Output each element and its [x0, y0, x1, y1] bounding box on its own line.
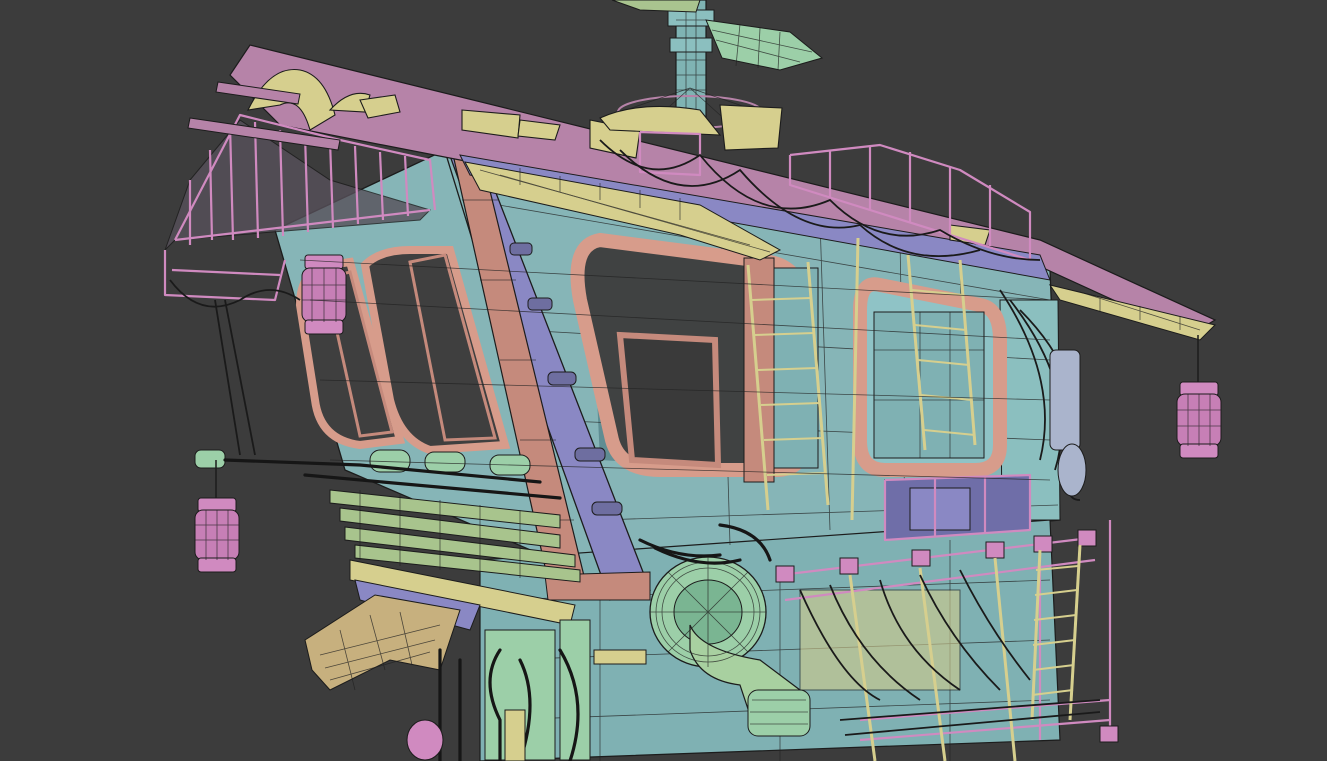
lantern-lower-left: [194, 460, 240, 573]
plank-pile: [304, 594, 461, 691]
lantern-upper-left: [301, 254, 347, 335]
3d-viewport[interactable]: [0, 0, 1327, 761]
wireframe-model-render: [163, 0, 1222, 761]
lantern-right: [1176, 335, 1222, 459]
